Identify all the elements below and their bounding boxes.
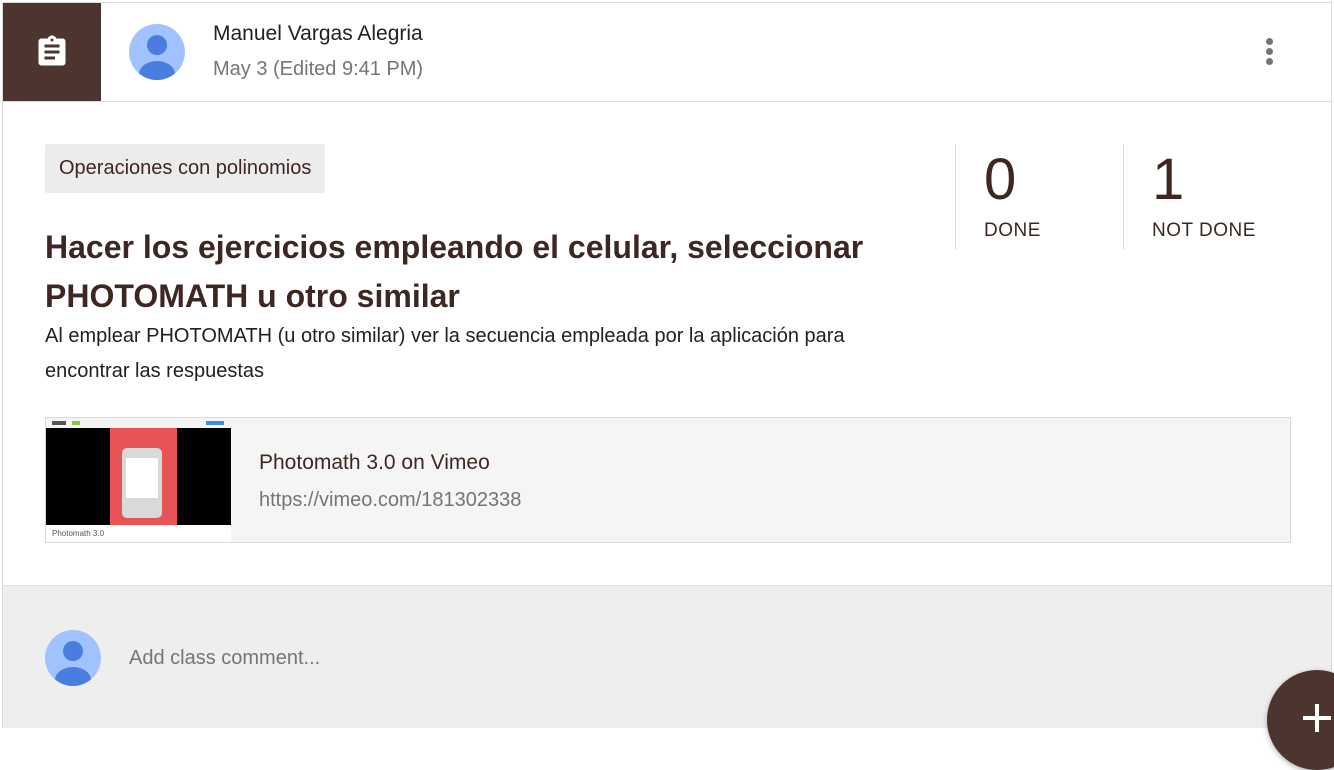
- attachment-url: https://vimeo.com/181302338: [259, 489, 522, 511]
- class-comment-input[interactable]: [129, 642, 1029, 674]
- link-attachment[interactable]: Photomath 3.0 Photomath 3.0 on Vimeo htt…: [45, 417, 1291, 543]
- done-count: 0: [984, 147, 1017, 212]
- assignment-title[interactable]: Hacer los ejercicios empleando el celula…: [45, 223, 925, 321]
- post-timestamp: May 3 (Edited 9:41 PM): [213, 58, 424, 80]
- assignment-description: Al emplear PHOTOMATH (u otro similar) ve…: [45, 325, 845, 382]
- more-vert-icon: [1266, 38, 1273, 45]
- thumbnail-caption: Photomath 3.0: [52, 529, 105, 538]
- attachment-title: Photomath 3.0 on Vimeo: [259, 451, 490, 474]
- not-done-count: 1: [1152, 147, 1185, 212]
- class-comments-section: [3, 585, 1331, 728]
- person-icon: [139, 35, 175, 80]
- topic-chip[interactable]: Operaciones con polinomios: [45, 144, 326, 193]
- video-thumbnail: Photomath 3.0: [46, 418, 231, 542]
- current-user-avatar: [45, 630, 101, 686]
- more-options-button[interactable]: [1249, 31, 1289, 71]
- person-icon: [55, 641, 91, 686]
- author-avatar[interactable]: [129, 24, 185, 80]
- post-header: Manuel Vargas Alegria May 3 (Edited 9:41…: [3, 3, 1331, 102]
- not-done-count-button[interactable]: 1 NOT DONE: [1123, 144, 1324, 250]
- done-count-button[interactable]: 0 DONE: [955, 144, 1124, 250]
- assignment-type-tile: [3, 3, 101, 101]
- assignment-icon: [38, 35, 66, 66]
- done-label: DONE: [984, 220, 1041, 241]
- stream-post-card: Manuel Vargas Alegria May 3 (Edited 9:41…: [2, 2, 1332, 728]
- author-name: Manuel Vargas Alegria: [213, 22, 423, 45]
- not-done-label: NOT DONE: [1152, 220, 1256, 241]
